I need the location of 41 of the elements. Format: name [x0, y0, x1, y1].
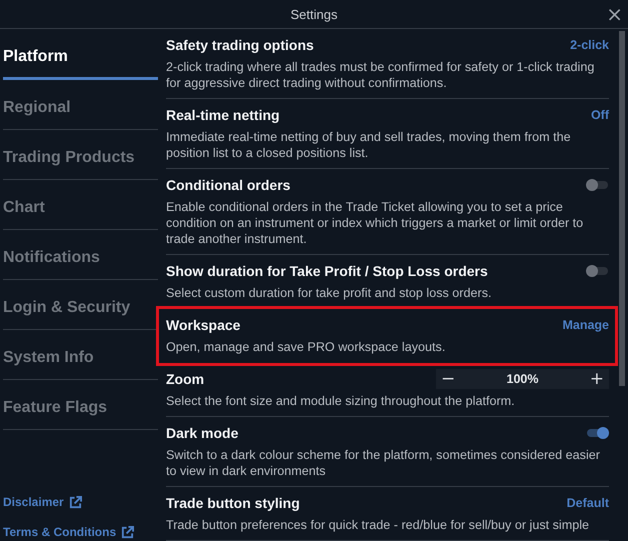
sidebar-tab[interactable]: Chart [3, 180, 158, 230]
external-link-icon[interactable] [68, 496, 82, 508]
setting-title: Safety trading options [166, 37, 314, 53]
zoom-value: 100% [506, 372, 538, 386]
zoom-out-button[interactable]: − [436, 370, 460, 388]
footer-link[interactable]: Disclaimer [3, 495, 64, 509]
toggle-switch[interactable] [587, 267, 608, 275]
close-button[interactable]: × [603, 4, 626, 24]
setting-description: Enable conditional orders in the Trade Ticket allowing you to set a price condition on an instrument or index which triggers a market or limit order to trade another instrument. [166, 199, 584, 247]
sidebar-tab[interactable]: Feature Flags [3, 380, 158, 430]
setting-title: Conditional orders [166, 177, 290, 193]
setting-description: 2-click trading where all trades must be confirmed for safety or 1-click trading for aggressive direct trading without confirmations. [166, 59, 596, 91]
setting-title: Workspace [166, 317, 240, 333]
setting-title: Real-time netting [166, 107, 280, 123]
sidebar-tab[interactable]: Platform [3, 29, 158, 80]
setting-description: Trade button preferences for quick trade - red/blue for sell/buy or just simple [166, 517, 590, 533]
external-link-icon[interactable] [121, 526, 134, 538]
setting-description: Open, manage and save PRO workspace layouts. [166, 339, 446, 355]
setting-description: Select custom duration for take profit and stop loss orders. [166, 285, 493, 301]
sidebar-tab[interactable]: Trading Products [3, 130, 158, 180]
sidebar-tab[interactable]: Regional [3, 80, 158, 130]
toggle-switch[interactable] [587, 181, 608, 189]
sidebar-tab[interactable]: System Info [3, 330, 158, 380]
toggle-switch[interactable] [587, 429, 608, 437]
setting-title: Show duration for Take Profit / Stop Loss orders [166, 263, 488, 279]
footer-link[interactable]: Terms & Conditions [3, 525, 116, 539]
sidebar-tab[interactable]: Notifications [3, 230, 158, 280]
setting-value-link[interactable]: 2-click [570, 38, 609, 52]
setting-title: Zoom [166, 371, 204, 387]
zoom-in-button[interactable]: + [584, 370, 609, 388]
setting-title: Trade button styling [166, 495, 300, 511]
sidebar-tab[interactable]: Login & Security [3, 280, 158, 330]
setting-value-link[interactable]: Manage [562, 318, 609, 332]
setting-description: Select the font size and module sizing throughout the platform. [166, 393, 516, 409]
setting-title: Dark mode [166, 425, 238, 441]
setting-value-link[interactable]: Off [590, 108, 609, 122]
setting-description: Immediate real-time netting of buy and sell trades, moving them from the position list to a closed positions list. [166, 129, 572, 161]
scrollbar-thumb[interactable] [619, 31, 625, 386]
setting-value-link[interactable]: Default [566, 496, 609, 510]
setting-description: Switch to a dark colour scheme for the platform, sometimes considered easier to view in dark environments [166, 447, 601, 479]
window-title: Settings [290, 6, 338, 22]
